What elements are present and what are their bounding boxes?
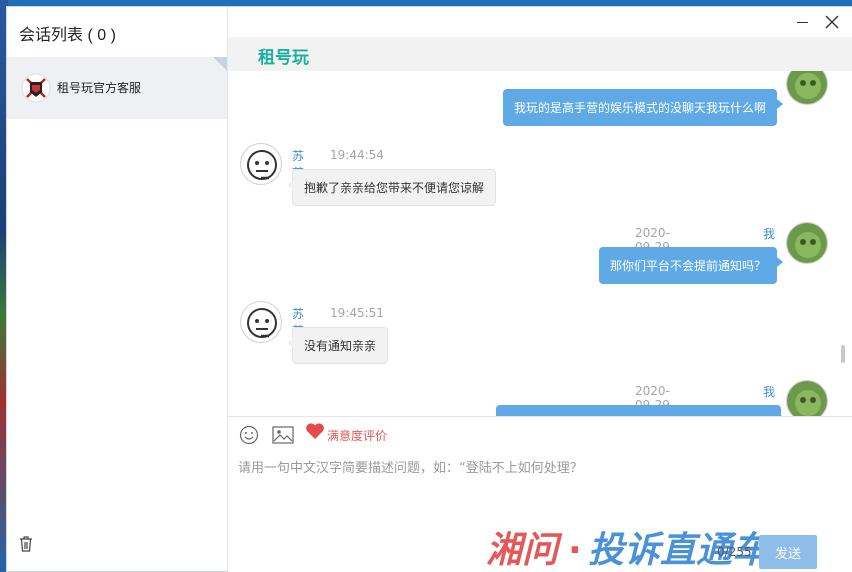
message-list[interactable]: 我玩的是高手营的娱乐模式的没聊天我玩什么啊 苏苏 19:44:54 抱歉了亲亲给…: [228, 71, 852, 416]
message-time: 19:45:51: [330, 306, 384, 320]
message-bubble: 那你们平台不会提前通知吗？: [599, 247, 784, 284]
chat-window: 会话列表 ( 0 ) 租号玩官方客服 租号玩 我玩的是高手营的娱乐模式的没聊天我…: [6, 6, 852, 572]
message-bubble: 没有通知亲亲: [286, 327, 389, 364]
title-bar: [228, 7, 852, 37]
sender-name: 我: [763, 227, 776, 241]
trash-icon[interactable]: [18, 535, 34, 553]
chat-header: 租号玩: [228, 37, 852, 71]
avatar: [786, 222, 828, 264]
message-input[interactable]: [238, 457, 838, 517]
message-bubble: [496, 405, 787, 416]
composer: 满意度评价 湘问 · 投诉直通车 0/255 发送: [228, 416, 852, 572]
heart-icon: [306, 423, 324, 439]
emoji-icon[interactable]: [239, 425, 259, 445]
scrollbar-thumb[interactable]: [841, 345, 845, 363]
avatar-knight-icon: [21, 73, 51, 103]
agent-avatar: [240, 143, 282, 185]
avatar: [786, 71, 828, 105]
sender-name: 我: [763, 385, 776, 399]
message-time: 19:44:54: [330, 148, 384, 162]
svg-text:·: ·: [568, 530, 582, 571]
conversation-item[interactable]: 租号玩官方客服: [7, 57, 227, 119]
image-icon[interactable]: [272, 426, 294, 444]
char-counter: 0/255: [717, 545, 752, 559]
message-bubble: 抱歉了亲亲给您带来不便请您谅解: [286, 169, 497, 206]
conversation-sidebar: 会话列表 ( 0 ) 租号玩官方客服: [7, 7, 228, 571]
message-bubble: 我玩的是高手营的娱乐模式的没聊天我玩什么啊: [503, 89, 784, 126]
send-button[interactable]: 发送: [759, 535, 817, 569]
minimize-icon[interactable]: [793, 12, 813, 32]
close-icon[interactable]: [822, 12, 842, 32]
agent-avatar: [240, 301, 282, 343]
conversation-label: 租号玩官方客服: [57, 81, 142, 95]
rating-label: 满意度评价: [327, 429, 388, 443]
chat-main: 租号玩 我玩的是高手营的娱乐模式的没聊天我玩什么啊 苏苏 19:44:54 抱歉…: [228, 7, 852, 572]
svg-text:湘问: 湘问: [486, 530, 563, 571]
chat-title: 租号玩: [258, 48, 309, 68]
avatar: [786, 380, 828, 416]
conversation-list-title: 会话列表 ( 0 ): [19, 27, 116, 44]
